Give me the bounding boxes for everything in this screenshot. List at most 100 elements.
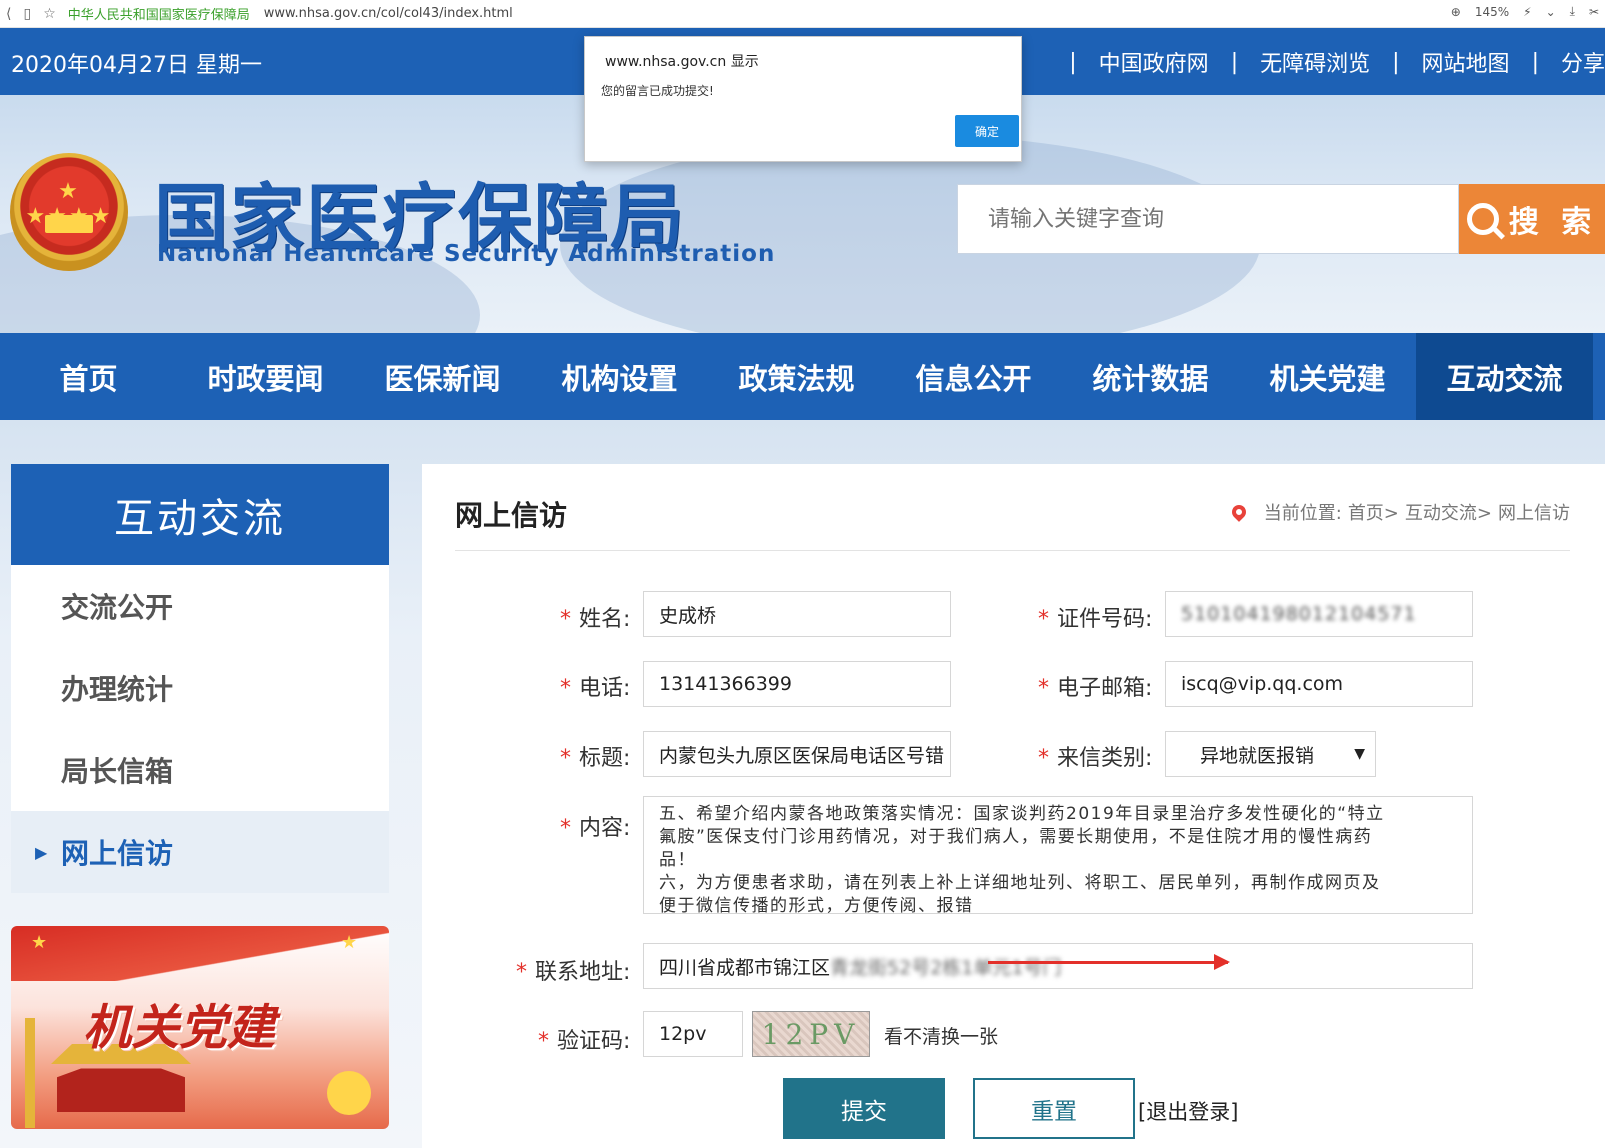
breadcrumb-current: 网上信访 xyxy=(1498,503,1570,524)
top-link-sitemap[interactable]: 网站地图 xyxy=(1422,46,1510,78)
alert-dialog: www.nhsa.gov.cn 显示 您的留言已成功提交! 确定 xyxy=(584,36,1022,162)
nav-item-home[interactable]: 首页 xyxy=(0,333,177,420)
captcha-label: * 验证码: xyxy=(538,1029,631,1054)
breadcrumb-label: 当前位置: xyxy=(1263,503,1342,524)
nav-item-insurance-news[interactable]: 医保新闻 xyxy=(354,333,531,420)
party-building-banner[interactable]: ★ ★ 机关党建 xyxy=(11,926,389,1129)
tab-back-icon[interactable]: ⟨ xyxy=(6,6,11,22)
search-icon xyxy=(1466,203,1499,235)
subject-label: * 标题: xyxy=(560,746,631,771)
phone-field[interactable]: 13141366399 xyxy=(643,661,951,707)
browser-address-bar: ⟨ ▯ ☆ 中华人民共和国国家医疗保障局 www.nhsa.gov.cn/col… xyxy=(0,0,1605,28)
zoom-icon[interactable]: ⊕ xyxy=(1451,5,1461,19)
sidebar-item-label: 网上信访 xyxy=(61,837,174,870)
dialog-message: 您的留言已成功提交! xyxy=(601,84,714,98)
content-line: 氟胺”医保支付门诊用药情况，对于我们病人，需要长期使用，不是住院才用的慢性病药 xyxy=(659,827,1373,847)
category-label: * 来信类别: xyxy=(1038,746,1153,771)
content-line: 六，为方便患者求助，请在列表上补上详细地址列、将职工、居民单列，再制作成网页及 xyxy=(659,873,1381,893)
category-select[interactable]: 异地就医报销 ▼ xyxy=(1165,731,1376,777)
id-number-field[interactable]: 510104198012104571 xyxy=(1165,591,1473,637)
sidebar-item-online-petition[interactable]: ▶ 网上信访 xyxy=(11,811,389,893)
nav-item-news[interactable]: 时政要闻 xyxy=(177,333,354,420)
triangle-right-icon: ▶ xyxy=(35,842,48,862)
scissors-icon[interactable]: ✂ xyxy=(1589,5,1599,19)
nav-item-organization[interactable]: 机构设置 xyxy=(531,333,708,420)
annotation-arrow-icon xyxy=(988,954,1230,970)
top-link-share[interactable]: 分享 xyxy=(1561,46,1605,78)
email-field[interactable]: iscq@vip.qq.com xyxy=(1165,661,1473,707)
national-emblem-logo: ★★★★★ xyxy=(10,153,128,271)
search-box xyxy=(957,184,1459,254)
top-link-gov[interactable]: 中国政府网 xyxy=(1099,46,1209,78)
subject-field[interactable]: 内蒙包头九原区医保局电话区号错 xyxy=(643,731,951,777)
content-line: 品！ xyxy=(659,850,696,870)
star-icon: ★ xyxy=(31,932,48,953)
zoom-level: 145% xyxy=(1474,4,1510,19)
separator: | xyxy=(1069,49,1077,75)
reader-icon[interactable]: ▯ xyxy=(23,6,31,22)
category-selected-value: 异地就医报销 xyxy=(1200,744,1315,767)
address-label: * 联系地址: xyxy=(516,960,631,985)
id-number-value: 510104198012104571 xyxy=(1181,603,1417,625)
banner-text: 机关党建 xyxy=(83,1000,276,1056)
address-obscured: 青龙街52号2栋1单元1号门 xyxy=(830,956,1062,979)
separator: | xyxy=(1531,49,1539,75)
flag-graphic xyxy=(11,926,389,981)
chevron-down-icon[interactable]: ⌄ xyxy=(1546,5,1556,19)
name-field[interactable]: 史成桥 xyxy=(643,591,951,637)
top-link-accessibility[interactable]: 无障碍浏览 xyxy=(1260,46,1370,78)
captcha-refresh-link[interactable]: 看不清换一张 xyxy=(884,1022,998,1049)
current-date: 2020年04月27日 星期一 xyxy=(11,53,262,78)
dialog-ok-button[interactable]: 确定 xyxy=(955,115,1019,147)
main-nav: 首页 时政要闻 医保新闻 机构设置 政策法规 信息公开 统计数据 机关党建 互动… xyxy=(0,333,1605,420)
reset-button[interactable]: 重置 xyxy=(973,1078,1135,1139)
lightning-icon[interactable]: ⚡ xyxy=(1523,5,1531,19)
address-field[interactable]: 四川省成都市锦江区 青龙街52号2栋1单元1号门 xyxy=(643,943,1473,989)
sidebar-item-public[interactable]: 交流公开 xyxy=(11,565,389,647)
party-emblem-icon xyxy=(327,1071,371,1115)
captcha-input[interactable]: 12pv xyxy=(643,1011,743,1057)
top-links: | 中国政府网 | 无障碍浏览 | 网站地图 | 分享 xyxy=(1047,46,1605,78)
address-value: 四川省成都市锦江区 xyxy=(659,956,831,979)
nav-item-interaction[interactable]: 互动交流 xyxy=(1416,333,1593,420)
content-textarea[interactable]: 五、希望介绍内蒙各地政策落实情况：国家谈判药2019年目录里治疗多发性硬化的“特… xyxy=(643,796,1473,914)
search-button-label: 搜 索 xyxy=(1508,205,1598,240)
sidebar-item-label: 局长信箱 xyxy=(61,755,174,788)
sidebar-item-director-mailbox[interactable]: 局长信箱 xyxy=(11,729,389,811)
location-pin-icon xyxy=(1228,502,1249,522)
favorite-star-icon[interactable]: ☆ xyxy=(43,6,56,22)
submit-button[interactable]: 提交 xyxy=(783,1078,945,1139)
sidebar-menu: 交流公开 办理统计 局长信箱 ▶ 网上信访 xyxy=(11,565,389,893)
browser-toolbar: ⊕ 145% ⚡ ⌄ ⤓ ✂ xyxy=(1451,4,1599,19)
phone-label: * 电话: xyxy=(560,676,631,701)
separator: | xyxy=(1230,49,1239,75)
breadcrumb-home[interactable]: 首页> xyxy=(1348,499,1399,525)
nav-item-disclosure[interactable]: 信息公开 xyxy=(885,333,1062,420)
name-label: * 姓名: xyxy=(560,607,631,632)
emblem-gate-icon xyxy=(45,215,93,233)
browser-page-title: 中华人民共和国国家医疗保障局 xyxy=(67,8,250,23)
nav-item-party[interactable]: 机关党建 xyxy=(1239,333,1416,420)
download-icon[interactable]: ⤓ xyxy=(1570,4,1575,19)
content-label: * 内容: xyxy=(560,816,631,841)
logout-link[interactable]: [退出登录] xyxy=(1138,1096,1238,1126)
breadcrumb: 当前位置: 首页> 互动交流> 网上信访 xyxy=(1228,499,1570,525)
nav-item-policy[interactable]: 政策法规 xyxy=(708,333,885,420)
site-subtitle: National Healthcare Security Administrat… xyxy=(157,241,776,267)
sidebar-item-label: 交流公开 xyxy=(61,591,174,624)
captcha-image[interactable]: 12PV xyxy=(752,1011,870,1057)
sidebar-item-statistics[interactable]: 办理统计 xyxy=(11,647,389,729)
sidebar-item-label: 办理统计 xyxy=(61,673,174,706)
pillar-graphic xyxy=(25,1018,35,1128)
search-button[interactable]: 搜 索 xyxy=(1459,184,1605,254)
content-line: 五、希望介绍内蒙各地政策落实情况：国家谈判药2019年目录里治疗多发性硬化的“特… xyxy=(659,804,1385,824)
dropdown-arrow-icon: ▼ xyxy=(1354,746,1365,762)
nav-item-statistics[interactable]: 统计数据 xyxy=(1062,333,1239,420)
breadcrumb-interaction[interactable]: 互动交流> xyxy=(1405,499,1492,525)
star-icon: ★ xyxy=(341,932,358,953)
dialog-title: www.nhsa.gov.cn 显示 xyxy=(605,54,759,70)
browser-url[interactable]: www.nhsa.gov.cn/col/col43/index.html xyxy=(264,6,513,21)
search-input[interactable] xyxy=(958,185,1458,253)
sidebar-title: 互动交流 xyxy=(11,464,389,565)
page-title: 网上信访 xyxy=(455,499,568,532)
